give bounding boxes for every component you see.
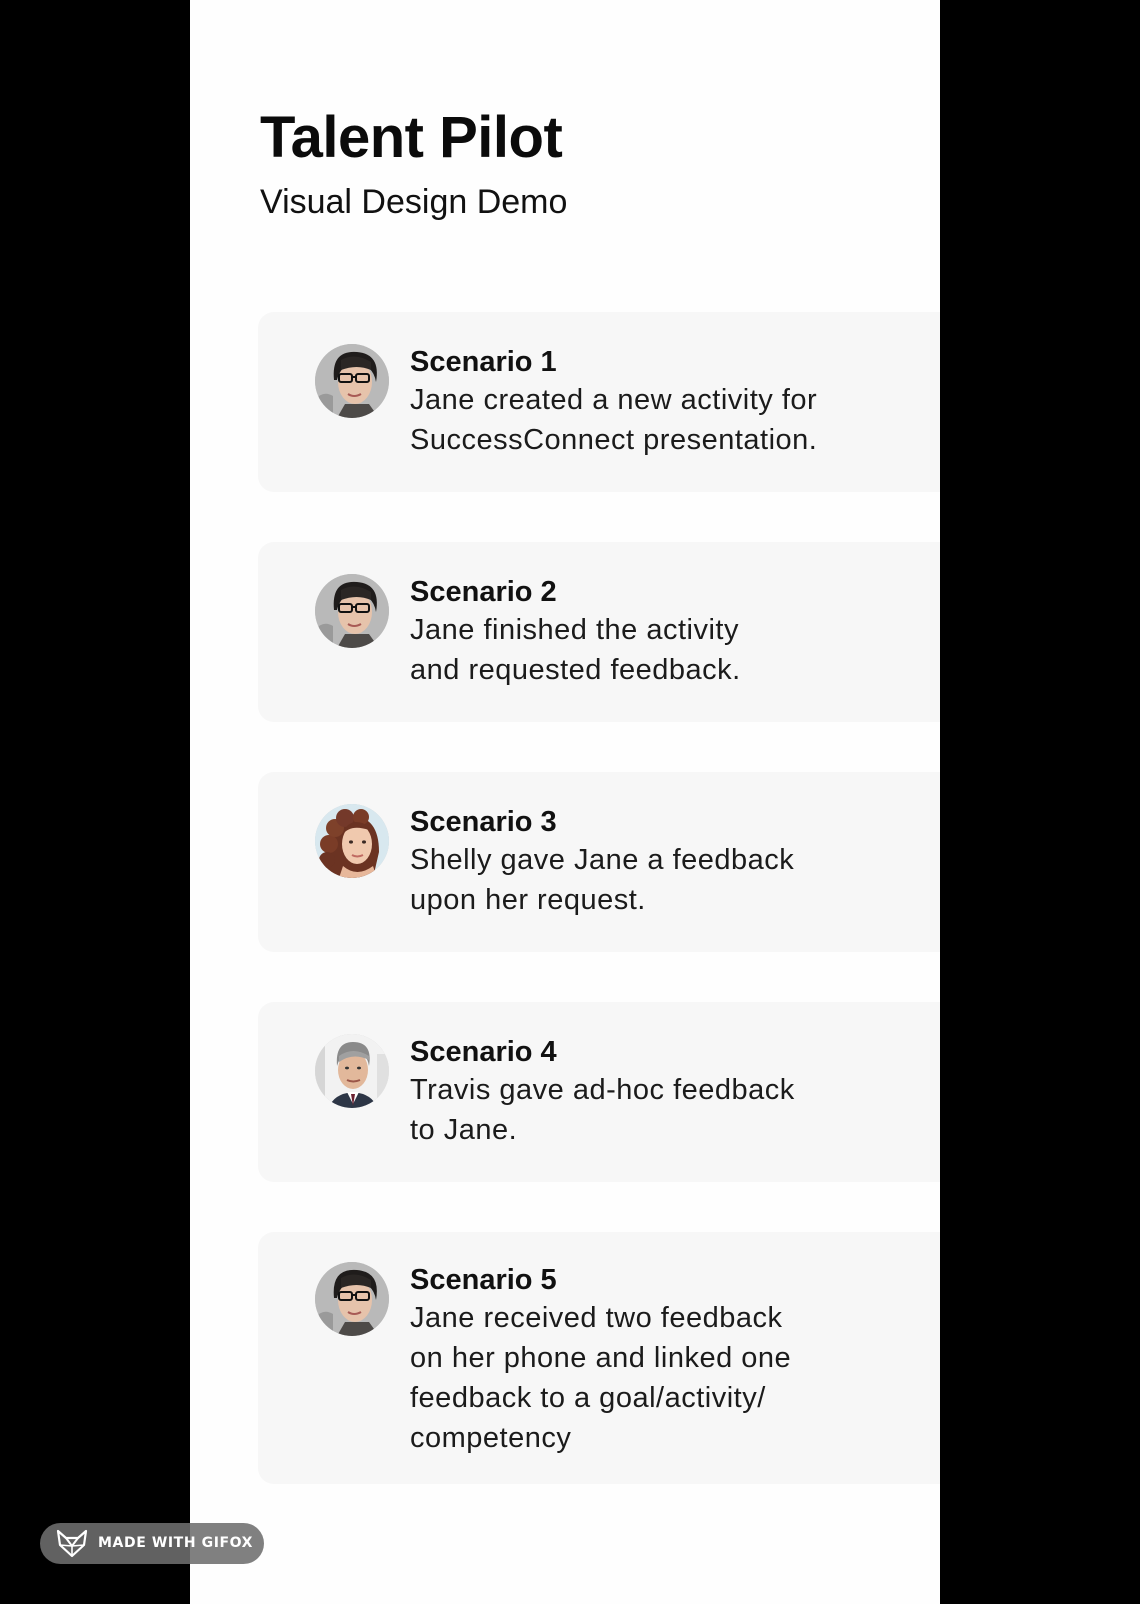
gifox-watermark: MADE WITH GIFOX <box>40 1523 264 1564</box>
jane-avatar-icon <box>315 344 389 418</box>
scenario-description-line: competency <box>410 1422 572 1454</box>
travis-avatar-icon <box>315 1034 389 1108</box>
scenario-description-line: on her phone and linked one <box>410 1342 792 1374</box>
scenario-text: Scenario 3 Shelly gave Jane a feedback u… <box>410 804 870 920</box>
scenario-card-4[interactable]: Scenario 4 Travis gave ad-hoc feedback t… <box>258 1002 940 1182</box>
scenario-description-line: Travis gave ad-hoc feedback <box>410 1074 795 1106</box>
scenario-description-line: Jane received two feedback <box>410 1302 783 1334</box>
page-title: Talent Pilot <box>260 105 563 170</box>
jane-avatar-icon <box>315 1262 389 1336</box>
scenario-text: Scenario 1 Jane created a new activity f… <box>410 344 870 460</box>
scenario-card-2[interactable]: Scenario 2 Jane finished the activity an… <box>258 542 940 722</box>
scenario-card-3[interactable]: Scenario 3 Shelly gave Jane a feedback u… <box>258 772 940 952</box>
travis-avatar <box>315 1034 389 1108</box>
scenario-description-line: upon her request. <box>410 884 646 916</box>
scenario-title: Scenario 5 <box>410 1264 557 1296</box>
scenario-card-5[interactable]: Scenario 5 Jane received two feedback on… <box>258 1232 940 1484</box>
jane-avatar <box>315 344 389 418</box>
scenario-title: Scenario 3 <box>410 806 557 838</box>
scenario-description-line: and requested feedback. <box>410 654 741 686</box>
scenario-text: Scenario 5 Jane received two feedback on… <box>410 1262 870 1458</box>
shelly-avatar-icon <box>315 804 389 878</box>
scenario-description-line: feedback to a goal/activity/ <box>410 1382 766 1414</box>
scenario-description-line: SuccessConnect presentation. <box>410 424 818 456</box>
scenario-title: Scenario 4 <box>410 1036 557 1068</box>
scenario-description-line: Jane created a new activity for <box>410 384 818 416</box>
scenario-text: Scenario 4 Travis gave ad-hoc feedback t… <box>410 1034 870 1150</box>
scenario-title: Scenario 2 <box>410 576 557 608</box>
fox-icon <box>56 1529 88 1558</box>
jane-avatar <box>315 574 389 648</box>
scenario-description-line: Shelly gave Jane a feedback <box>410 844 795 876</box>
scenario-description-line: to Jane. <box>410 1114 518 1146</box>
scenario-title: Scenario 1 <box>410 346 557 378</box>
scenario-description-line: Jane finished the activity <box>410 614 739 646</box>
watermark-label: MADE WITH GIFOX <box>98 1535 254 1551</box>
page-subtitle: Visual Design Demo <box>260 183 568 221</box>
jane-avatar-icon <box>315 574 389 648</box>
app-screen: Talent Pilot Visual Design Demo Scenario… <box>190 0 940 1604</box>
shelly-avatar <box>315 804 389 878</box>
jane-avatar <box>315 1262 389 1336</box>
scenario-card-1[interactable]: Scenario 1 Jane created a new activity f… <box>258 312 940 492</box>
scenario-text: Scenario 2 Jane finished the activity an… <box>410 574 870 690</box>
